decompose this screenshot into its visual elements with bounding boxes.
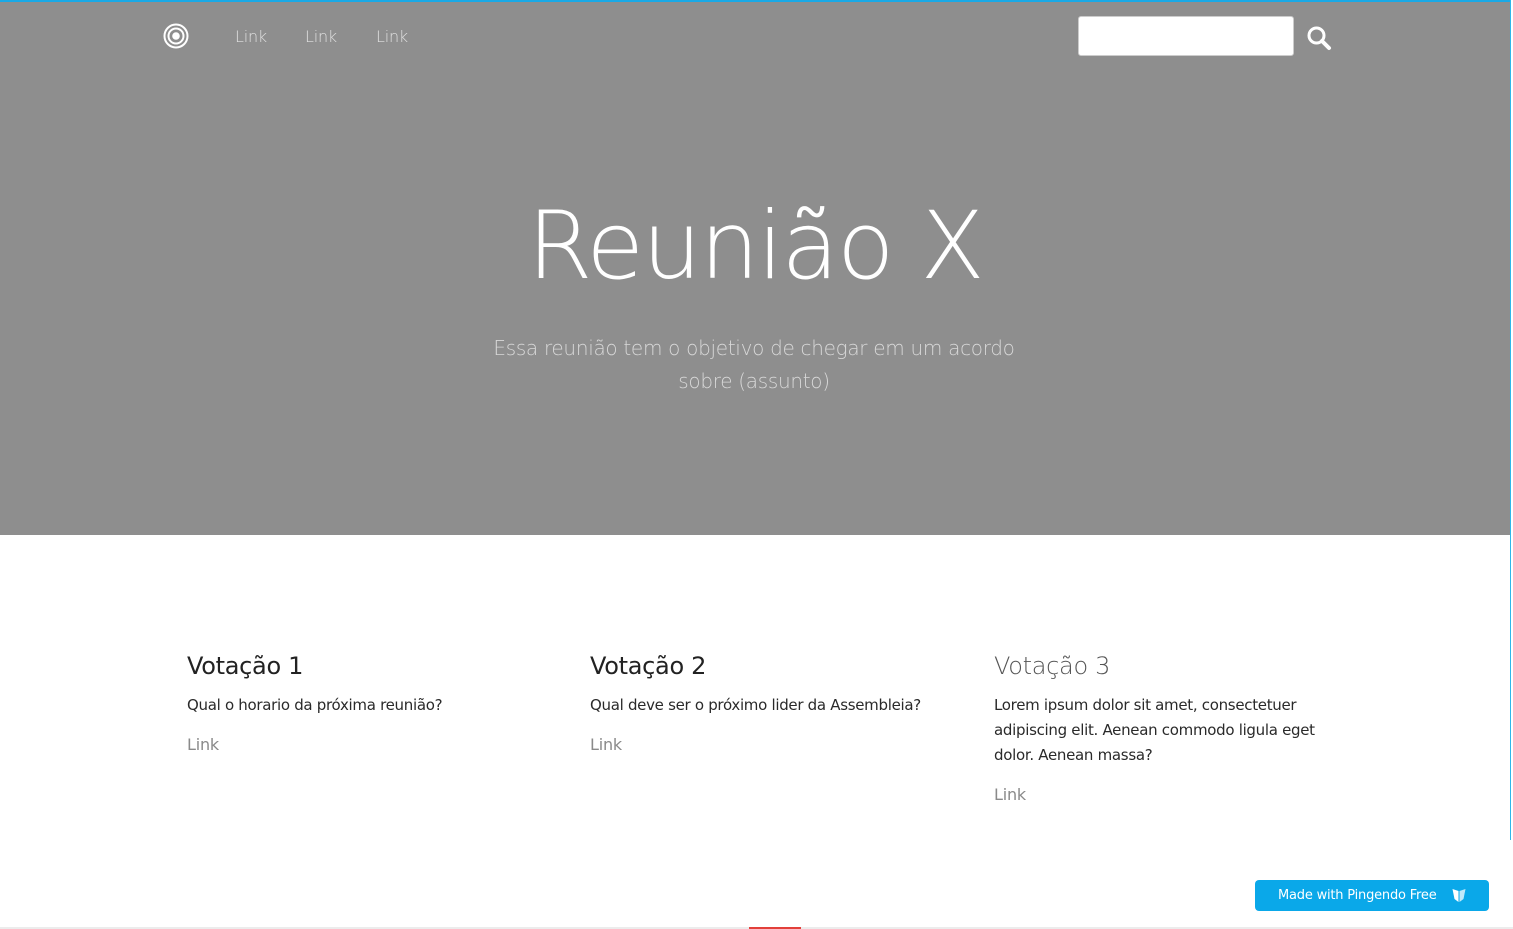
- search-icon[interactable]: [1305, 24, 1333, 52]
- vote-question: Lorem ipsum dolor sit amet, consectetuer…: [994, 696, 1315, 764]
- vote-question: Qual deve ser o próximo lider da Assembl…: [590, 696, 921, 714]
- vote-card-3: Votação 3 Lorem ipsum dolor sit amet, co…: [994, 648, 1324, 804]
- hero-section: Link Link Link Reunião X Essa reunião te…: [0, 2, 1510, 535]
- target-icon[interactable]: [163, 23, 189, 49]
- vote-link[interactable]: Link: [994, 785, 1026, 804]
- search-input[interactable]: [1078, 16, 1294, 56]
- pingendo-badge-button[interactable]: Made with Pingendo Free: [1255, 880, 1489, 911]
- vote-link[interactable]: Link: [187, 735, 219, 754]
- hero-subtitle: Essa reunião tem o objetivo de chegar em…: [493, 336, 1015, 393]
- navbar: Link Link Link: [0, 2, 1510, 72]
- vote-title: Votação 3: [994, 652, 1111, 680]
- pingendo-heart-icon: [1452, 889, 1466, 902]
- page-title: Reunião X: [527, 192, 985, 301]
- vote-link[interactable]: Link: [590, 735, 622, 754]
- vote-title: Votação 1: [187, 652, 304, 680]
- nav-link-2[interactable]: Link: [305, 27, 337, 46]
- vote-card-1: Votação 1 Qual o horario da próxima reun…: [187, 648, 527, 754]
- vote-card-2: Votação 2 Qual deve ser o próximo lider …: [590, 648, 930, 754]
- right-accent-line: [1510, 0, 1511, 840]
- vote-question: Qual o horario da próxima reunião?: [187, 696, 443, 714]
- pingendo-badge-label: Made with Pingendo Free: [1278, 888, 1437, 903]
- nav-link-3[interactable]: Link: [376, 27, 408, 46]
- top-accent-line: [0, 0, 1510, 2]
- nav-link-1[interactable]: Link: [235, 27, 267, 46]
- vote-title: Votação 2: [590, 652, 707, 680]
